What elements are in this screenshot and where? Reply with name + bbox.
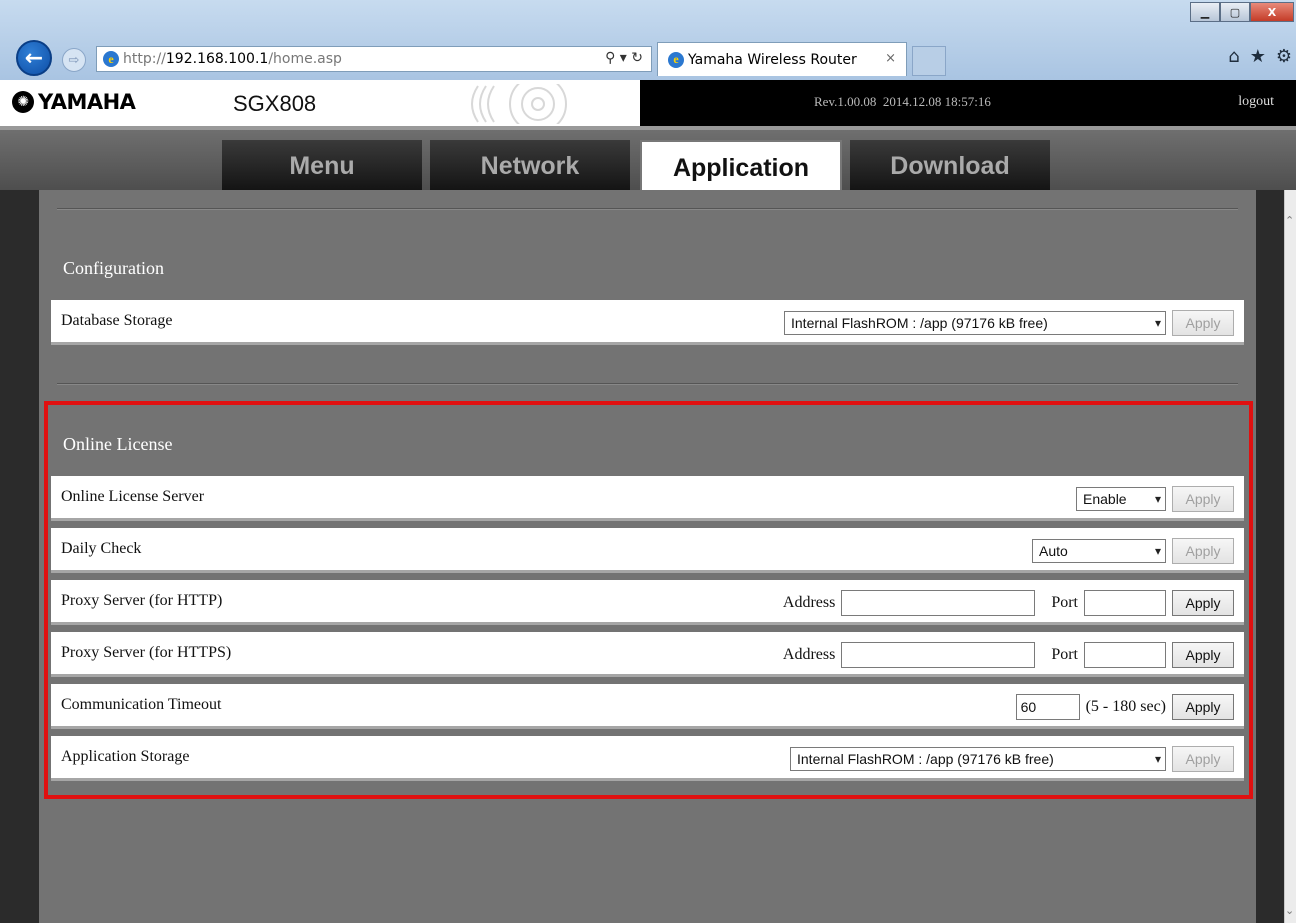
online-license-server-label: Online License Server [61,488,205,505]
proxy-http-port-input[interactable] [1084,590,1166,616]
back-button[interactable]: ← [16,40,52,76]
tab-download[interactable]: Download [850,140,1050,190]
daily-check-select[interactable]: Auto ▾ [1032,539,1166,563]
communication-timeout-row: Communication Timeout 60 (5 - 180 sec) A… [51,684,1244,729]
browser-nav-row: ← ⇨ e http://192.168.100.1/home.asp ⚲ ▾ … [0,38,1296,80]
proxy-http-controls: Address Port Apply [783,590,1234,616]
firmware-revision: Rev.1.00.08 2014.12.08 18:57:16 [814,94,991,110]
chevron-down-icon: ▾ [1154,752,1161,766]
ie-page-icon: e [103,51,119,67]
proxy-https-controls: Address Port Apply [783,642,1234,668]
application-storage-select[interactable]: Internal FlashROM : /app (97176 kB free)… [790,747,1166,771]
application-storage-apply-button[interactable]: Apply [1172,746,1234,772]
url-host: 192.168.100.1 [165,51,269,67]
minimize-button[interactable]: ▁ [1190,2,1220,22]
divider [57,208,1238,210]
communication-timeout-range: (5 - 180 sec) [1085,698,1166,715]
model-name: SGX808 [233,91,317,116]
tab-favicon-icon: e [668,51,684,68]
scroll-down-arrow-icon[interactable]: ⌄ [1285,904,1294,917]
browser-chrome: ▁ ▢ X ← ⇨ e http://192.168.100.1/home.as… [0,0,1296,80]
forward-button[interactable]: ⇨ [62,48,86,72]
tab-menu[interactable]: Menu [222,140,422,190]
tab-close-icon[interactable]: × [885,51,896,66]
online-license-server-row: Online License Server Enable ▾ Apply [51,476,1244,521]
new-tab-button[interactable] [912,46,946,76]
settings-gear-icon[interactable]: ⚙ [1276,46,1292,67]
main-tab-bar: Menu Network Application Download [0,130,1296,192]
revision-label: Rev.1.00.08 [814,94,877,109]
database-storage-value: Internal FlashROM : /app (97176 kB free) [791,315,1048,331]
window-controls: ▁ ▢ X [1190,2,1294,22]
header-status-bar: Rev.1.00.08 2014.12.08 18:57:16 logout [640,80,1296,126]
tab-title: Yamaha Wireless Router [688,51,857,68]
proxy-http-address-input[interactable] [841,590,1036,616]
application-storage-row: Application Storage Internal FlashROM : … [51,736,1244,781]
database-storage-controls: Internal FlashROM : /app (97176 kB free)… [784,310,1234,336]
proxy-https-apply-button[interactable]: Apply [1172,642,1234,668]
communication-timeout-controls: 60 (5 - 180 sec) Apply [1015,694,1234,720]
search-refresh-icons[interactable]: ⚲ ▾ ↻ [605,50,643,66]
configuration-title: Configuration [63,258,164,278]
logout-link[interactable]: logout [1238,94,1274,110]
url-path: /home.asp [268,51,342,67]
tab-network[interactable]: Network [430,140,630,190]
proxy-http-port-label: Port [1051,594,1078,611]
close-window-button[interactable]: X [1250,2,1294,22]
online-license-server-controls: Enable ▾ Apply [1076,486,1234,512]
proxy-http-label: Proxy Server (for HTTP) [61,592,223,609]
browser-tab[interactable]: e Yamaha Wireless Router × [657,42,907,76]
proxy-http-row: Proxy Server (for HTTP) Address Port App… [51,580,1244,625]
daily-check-apply-button[interactable]: Apply [1172,538,1234,564]
router-header: ✺ YAMAHA SGX808 Rev.1.00.08 2014.12.08 1… [0,80,1296,126]
proxy-https-address-input[interactable] [841,642,1036,668]
vertical-scrollbar[interactable]: ⌃ ⌄ [1284,190,1296,923]
communication-timeout-label: Communication Timeout [61,696,222,713]
build-date: 2014.12.08 18:57:16 [882,94,991,109]
favorites-star-icon[interactable]: ★ [1250,46,1266,67]
communication-timeout-input[interactable]: 60 [1015,694,1080,720]
online-license-server-apply-button[interactable]: Apply [1172,486,1234,512]
proxy-http-address-label: Address [782,594,836,611]
maximize-button[interactable]: ▢ [1220,2,1250,22]
application-settings-panel: Configuration Database Storage Internal … [39,190,1256,923]
daily-check-controls: Auto ▾ Apply [1032,538,1234,564]
proxy-https-port-label: Port [1051,646,1078,663]
url-text: http://192.168.100.1/home.asp [123,51,342,67]
application-storage-label: Application Storage [61,748,190,765]
database-storage-label: Database Storage [61,312,173,329]
daily-check-label: Daily Check [61,540,142,557]
home-icon[interactable]: ⌂ [1228,46,1239,67]
divider [57,383,1238,385]
logo-text: YAMAHA [38,90,136,114]
database-storage-row: Database Storage Internal FlashROM : /ap… [51,300,1244,345]
yamaha-logo: ✺ YAMAHA [12,90,136,114]
daily-check-row: Daily Check Auto ▾ Apply [51,528,1244,573]
database-storage-apply-button[interactable]: Apply [1172,310,1234,336]
tuning-fork-logo-icon: ✺ [12,91,34,113]
online-license-title: Online License [63,434,173,454]
browser-toolbar: ⌂ ★ ⚙ [1228,46,1292,67]
chevron-down-icon: ▾ [1154,544,1161,558]
application-storage-value: Internal FlashROM : /app (97176 kB free) [797,751,1054,767]
proxy-https-address-label: Address [782,646,836,663]
chevron-down-icon: ▾ [1154,316,1161,330]
online-license-server-value: Enable [1083,491,1127,507]
application-storage-controls: Internal FlashROM : /app (97176 kB free)… [790,746,1234,772]
communication-timeout-apply-button[interactable]: Apply [1172,694,1234,720]
online-license-server-select[interactable]: Enable ▾ [1076,487,1166,511]
wireless-wave-decoration [471,84,567,124]
daily-check-value: Auto [1039,543,1068,559]
address-bar[interactable]: e http://192.168.100.1/home.asp ⚲ ▾ ↻ [96,46,652,72]
proxy-https-label: Proxy Server (for HTTPS) [61,644,232,661]
url-prefix: http:// [123,51,166,67]
scroll-up-arrow-icon[interactable]: ⌃ [1285,214,1294,227]
database-storage-select[interactable]: Internal FlashROM : /app (97176 kB free)… [784,311,1166,335]
chevron-down-icon: ▾ [1154,492,1161,506]
proxy-http-apply-button[interactable]: Apply [1172,590,1234,616]
proxy-https-port-input[interactable] [1084,642,1166,668]
proxy-https-row: Proxy Server (for HTTPS) Address Port Ap… [51,632,1244,677]
tab-application[interactable]: Application [640,140,842,192]
